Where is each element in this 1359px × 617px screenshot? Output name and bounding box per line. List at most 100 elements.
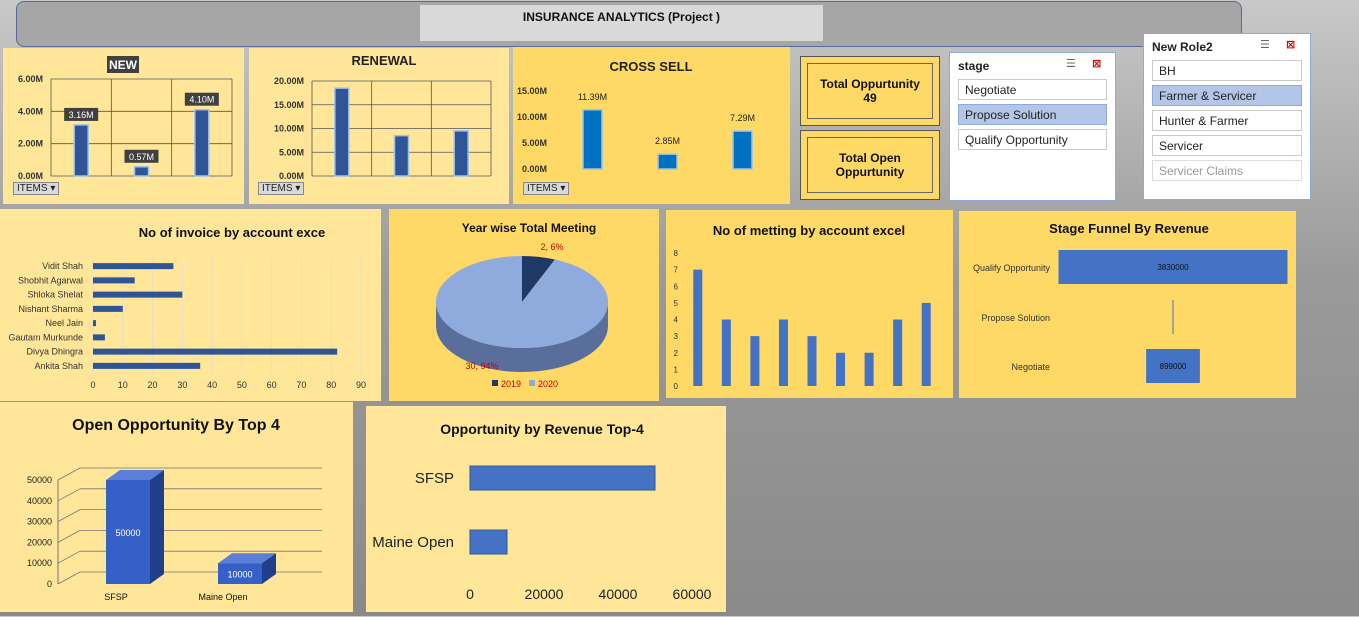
invoice-chart-panel: No of invoice by account exce 0 10 20 30 40 50… — [0, 209, 381, 401]
multi-select-icon[interactable]: ☰ — [1260, 38, 1270, 51]
stage-funnel-chart: Stage Funnel By Revenue Qualify Opportuni… — [973, 221, 1288, 383]
bar — [721, 319, 731, 386]
y-tick-label: 15.00M — [517, 86, 547, 96]
x-tick-label: 0 — [90, 380, 95, 390]
gridline — [57, 509, 81, 522]
chart-title: No of metting by account excel — [713, 223, 905, 238]
items-filter-button[interactable]: ITEMS ▾ — [13, 182, 60, 195]
x-tick-label: 10 — [118, 380, 128, 390]
items-filter-label: ITEMS — [527, 183, 558, 194]
y-tick-label: 4.00M — [18, 106, 43, 116]
gridline — [57, 488, 81, 502]
new-chart: NEW 6.00M 4.00M 2.00M 0.00M 3.16M 0.57M 4.10M — [18, 56, 233, 181]
data-label: 3.16M — [69, 110, 94, 120]
items-filter-button[interactable]: ITEMS ▾ — [258, 182, 305, 195]
chart-title: Opportunity by Revenue Top-4 — [440, 421, 644, 437]
bar — [836, 352, 846, 386]
total-open-opportunity-label: Total Open Oppurtunity — [835, 151, 905, 179]
slicer-item[interactable]: Farmer & Servicer — [1152, 85, 1302, 106]
slicer-item[interactable]: Servicer — [1152, 135, 1302, 156]
category-label: Qualify Opportunity — [973, 263, 1051, 273]
y-tick-label: 10000 — [27, 558, 52, 568]
page-title: INSURANCE ANALYTICS (Project ) — [420, 5, 823, 41]
legend-label: 2020 — [538, 379, 558, 389]
data-label: 4.10M — [189, 95, 214, 105]
slicer-item[interactable]: BH — [1152, 60, 1302, 81]
cross-sell-chart-panel: CROSS SELL 15.00M 10.00M 5.00M 0.00M 11.39M 2.… — [513, 47, 790, 204]
opportunity-revenue-panel: Opportunity by Revenue Top-4 SFSP Maine Op… — [366, 406, 726, 612]
chart-title: CROSS SELL — [609, 59, 692, 74]
slicer-item[interactable]: Hunter & Farmer — [1152, 110, 1302, 131]
category-label: Neel Jain — [45, 318, 83, 328]
items-filter-button[interactable]: ITEMS ▾ — [523, 182, 570, 195]
slicer-item[interactable]: Negotiate — [958, 79, 1107, 100]
bar-side — [150, 470, 164, 584]
category-label: Divya Dhingra — [26, 347, 83, 357]
gridline — [57, 550, 81, 564]
data-label: 11.39M — [578, 92, 607, 102]
chart-title: Year wise Total Meeting — [462, 221, 596, 235]
bar — [864, 352, 874, 386]
invoice-chart: No of invoice by account exce 0 10 20 30 40 50… — [8, 225, 366, 390]
slicer-item[interactable]: Qualify Opportunity — [958, 129, 1107, 150]
bar — [750, 336, 760, 386]
new-role-slicer-header: New Role2 ☰ ⊠ — [1144, 34, 1310, 56]
y-tick-label: 5 — [674, 299, 679, 308]
chart-title: Open Opportunity By Top 4 — [72, 417, 280, 434]
header-banner: INSURANCE ANALYTICS (Project ) — [16, 1, 1242, 47]
x-tick-label: 60 — [267, 380, 277, 390]
y-tick-label: 0.00M — [279, 171, 304, 181]
category-label: SFSP — [104, 592, 128, 602]
data-label: 3830000 — [1157, 263, 1189, 272]
bar — [778, 319, 788, 386]
stage-slicer-header: stage ☰ ⊠ — [950, 53, 1115, 75]
bar — [334, 87, 350, 177]
x-tick-label: 60000 — [673, 586, 712, 602]
chart-title: NEW — [109, 58, 138, 72]
y-tick-label: 1 — [674, 365, 679, 374]
bar — [133, 166, 150, 177]
legend-label: 2019 — [501, 379, 521, 389]
y-tick-label: 4 — [674, 316, 679, 325]
y-tick-label: 0.00M — [18, 171, 43, 181]
data-label: 2, 6% — [540, 242, 563, 252]
bar — [453, 130, 469, 177]
pie-slice — [436, 256, 608, 348]
clear-filter-icon[interactable]: ⊠ — [1092, 57, 1101, 70]
slicer-item[interactable]: Servicer Claims — [1152, 160, 1302, 181]
bar — [93, 263, 174, 270]
meeting-pie-chart: Year wise Total Meeting 2, 6% 30, 94%2019 2… — [436, 221, 608, 389]
open-opportunity-panel: Open Opportunity By Top 4 50000 40000 30000… — [0, 402, 353, 612]
y-tick-label: 2.00M — [18, 139, 43, 149]
data-label: 0.57M — [129, 152, 154, 162]
x-tick-label: 90 — [356, 380, 366, 390]
bar — [469, 529, 508, 555]
bar — [393, 134, 410, 177]
stage-slicer: stage ☰ ⊠ Negotiate Propose Solution Quali… — [949, 52, 1116, 201]
x-tick-label: 20 — [148, 380, 158, 390]
y-tick-label: 6 — [674, 282, 679, 291]
stage-slicer-title: stage — [958, 59, 990, 73]
slicer-item[interactable]: Propose Solution — [958, 104, 1107, 125]
x-tick-label: 0 — [466, 586, 474, 602]
category-label: Shobhit Agarwal — [18, 275, 83, 285]
multi-select-icon[interactable]: ☰ — [1066, 57, 1076, 70]
data-label: 30, 94% — [465, 361, 498, 371]
bar — [93, 305, 123, 312]
x-tick-label: 80 — [326, 380, 336, 390]
legend-swatch — [492, 380, 498, 386]
y-tick-label: 10.00M — [274, 124, 304, 134]
y-tick-label: 7 — [674, 266, 679, 275]
bar — [807, 336, 817, 386]
y-tick-label: 20000 — [27, 537, 52, 547]
bar — [469, 465, 656, 491]
meeting-bar-panel: No of metting by account excel 8 7 6 5 4 3 2 1 0 — [666, 210, 953, 398]
bar — [893, 319, 903, 386]
bar — [93, 348, 338, 355]
meeting-pie-panel: Year wise Total Meeting 2, 6% 30, 94% 2019 2… — [389, 209, 659, 401]
y-tick-label: 2 — [674, 349, 679, 358]
y-tick-label: 50000 — [27, 475, 52, 485]
total-opportunity-label: Total Oppurtunity — [820, 77, 920, 91]
clear-filter-icon[interactable]: ⊠ — [1286, 38, 1295, 51]
legend-swatch — [529, 380, 535, 386]
